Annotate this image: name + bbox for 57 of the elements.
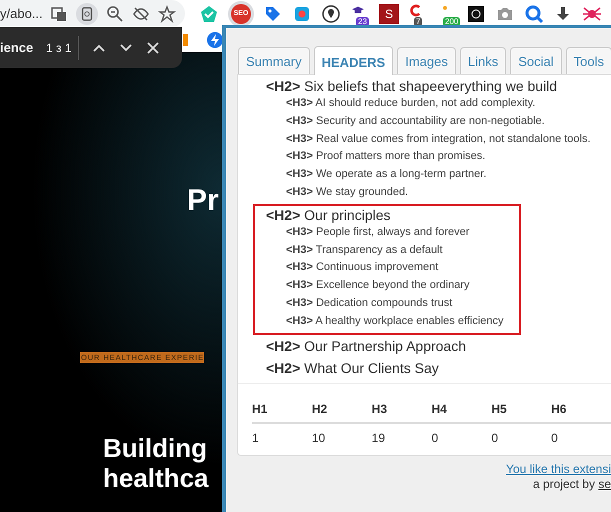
table-cell: 0 <box>431 422 492 449</box>
pin-icon[interactable] <box>321 4 341 24</box>
author-link[interactable]: se <box>598 476 611 491</box>
table-cell: 10 <box>312 422 372 449</box>
translate-icon[interactable] <box>50 4 68 22</box>
tab[interactable]: Tools <box>566 47 611 74</box>
find-query[interactable]: ience <box>0 40 46 55</box>
tab[interactable]: Social <box>510 47 562 74</box>
heading-entry: <H3> We operate as a long-term partner. <box>286 167 486 182</box>
headline: Building <box>103 433 207 463</box>
feedback-link[interactable]: You like this extensi <box>506 462 611 476</box>
heading-entry: <H3> Dedication compounds trust <box>286 296 452 311</box>
heading-entry: <H3> Security and accountability are non-negotiable. <box>286 114 545 129</box>
column-header: H6 <box>551 400 611 423</box>
tab[interactable]: Images <box>397 47 456 74</box>
heading-entry: <H3> Transparency as a default <box>286 242 443 258</box>
headline: healthca <box>103 463 208 493</box>
tab[interactable]: Links <box>460 47 506 74</box>
column-header: H4 <box>431 400 492 423</box>
heading-entry: <H3> Excellence beyond the ordinary <box>286 278 470 294</box>
badge-count: 23 <box>356 16 369 26</box>
heading-entry: <H2> What Our Clients Say <box>266 358 439 377</box>
tab[interactable]: Summary <box>238 47 310 74</box>
heading-entry: <H2> Our Partnership Approach <box>266 336 466 355</box>
page-search-icon[interactable] <box>79 6 95 22</box>
heading-entry: <H2> Six beliefs that shapeeverything we build <box>266 77 558 95</box>
heading-entry: <H3> Continuous improvement <box>286 260 438 276</box>
column-header: H1 <box>252 400 312 423</box>
column-header: H3 <box>372 400 432 423</box>
eye-off-icon[interactable] <box>132 4 150 22</box>
page-title: Pr <box>187 184 219 218</box>
heading-entry: <H3> Real value comes from integration, not standalone tools. <box>286 132 591 147</box>
column-header: H2 <box>312 400 372 423</box>
address-text[interactable]: y/abo... <box>0 6 42 21</box>
zoom-out-icon[interactable] <box>106 4 124 22</box>
table-cell: 0 <box>551 422 611 449</box>
table-cell: 1 <box>252 422 312 449</box>
table-cell: 19 <box>372 422 432 449</box>
heading-entry: <H3> AI should reduce burden, not add complexity. <box>286 96 536 111</box>
byline-text: a project by se <box>532 476 611 492</box>
badge-count: 200 <box>443 16 460 26</box>
lightning-icon[interactable] <box>206 30 224 48</box>
chip-icon[interactable] <box>466 4 486 24</box>
heading-entry: <H3> A healthy workplace enables efficiency <box>286 314 504 329</box>
extension-button[interactable]: S <box>379 4 399 24</box>
heading-entry: <H3> We stay grounded. <box>286 184 408 200</box>
heading-entry: <H3> Proof matters more than promises. <box>286 149 486 164</box>
column-header: H5 <box>491 400 552 423</box>
match-count: 1 з 1 <box>46 40 73 54</box>
badge-count: 7 <box>414 16 422 26</box>
star-icon[interactable] <box>158 4 176 22</box>
heading-entry: <H3> People first, always and forever <box>286 224 470 240</box>
search-icon[interactable] <box>524 4 544 24</box>
heading-entry: <H2> Our principles <box>266 206 391 224</box>
close-button[interactable] <box>145 40 161 56</box>
table-cell: 0 <box>491 422 552 449</box>
tab[interactable]: HEADERS <box>314 46 394 75</box>
